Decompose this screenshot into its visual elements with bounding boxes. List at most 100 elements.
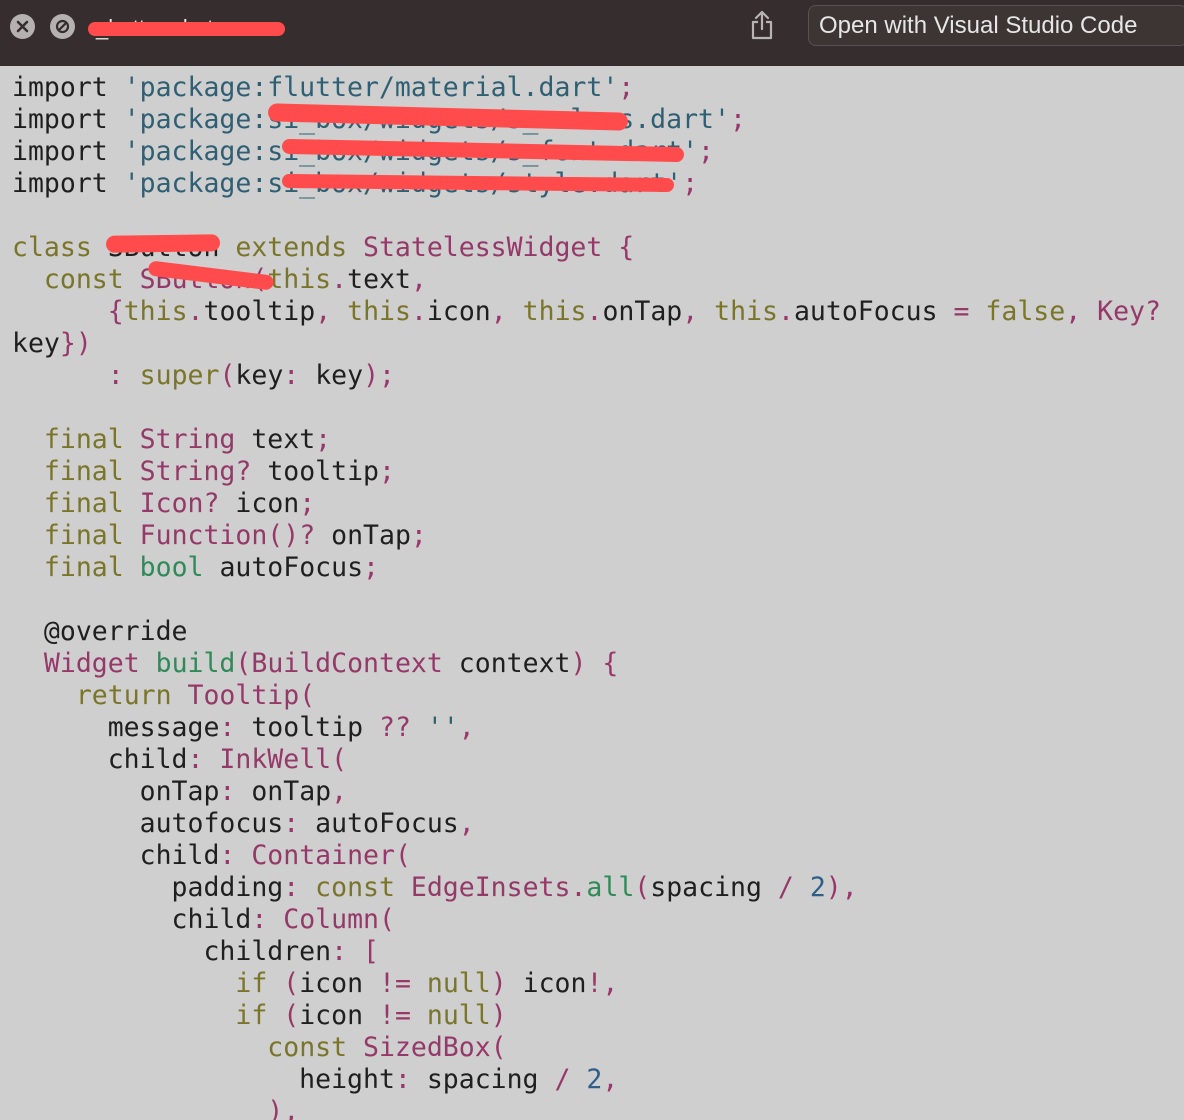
code-block: import 'package:flutter/material.dart'; i… xyxy=(12,72,1182,1120)
code-token: extends xyxy=(235,232,364,263)
code-token: child xyxy=(12,840,220,871)
code-line: if (icon != null) icon!, xyxy=(12,968,1182,1000)
code-token: ; xyxy=(682,168,699,199)
code-token: ( xyxy=(394,840,411,871)
code-token: autoFocus xyxy=(793,296,954,327)
block-icon xyxy=(55,19,70,34)
code-token: child xyxy=(12,744,188,775)
code-line: final String? tooltip; xyxy=(12,456,1182,488)
code-token: tooltip xyxy=(267,456,379,487)
code-token: this xyxy=(267,264,332,295)
code-token: false xyxy=(985,296,1066,327)
code-token: . xyxy=(331,264,348,295)
code-viewer: import 'package:flutter/material.dart'; i… xyxy=(0,66,1184,1120)
code-token: icon xyxy=(522,968,587,999)
open-with-vscode-button[interactable]: Open with Visual Studio Code xyxy=(808,5,1184,46)
code-token: null xyxy=(426,968,491,999)
code-token: . xyxy=(586,296,603,327)
code-token: message xyxy=(12,712,220,743)
share-button[interactable] xyxy=(746,8,778,42)
code-token: : xyxy=(107,360,140,391)
code-token: : xyxy=(283,360,316,391)
code-token: key xyxy=(315,360,364,391)
code-token: : xyxy=(251,904,284,935)
code-token: ; xyxy=(698,136,715,167)
code-token: this xyxy=(522,296,587,327)
code-line: padding: const EdgeInsets.all(spacing / … xyxy=(12,872,1182,904)
code-token: : xyxy=(283,808,316,839)
code-token: this xyxy=(714,296,778,327)
code-token: ()? xyxy=(267,520,332,551)
code-token: context xyxy=(458,648,571,679)
code-line: autofocus: autoFocus, xyxy=(12,808,1182,840)
code-token: , xyxy=(682,296,715,327)
code-token: icon xyxy=(299,1000,379,1031)
code-token: final xyxy=(43,488,140,519)
code-token: ? xyxy=(1145,296,1161,327)
share-icon xyxy=(751,10,773,40)
block-button[interactable] xyxy=(50,14,75,39)
code-token: Tooltip xyxy=(187,680,300,711)
code-token: height xyxy=(12,1064,395,1095)
code-token: ?? xyxy=(378,712,427,743)
code-token: . xyxy=(187,296,204,327)
code-token: : xyxy=(219,776,252,807)
code-token: ? xyxy=(203,488,236,519)
code-token: import xyxy=(12,104,124,135)
code-token: : xyxy=(219,840,252,871)
code-token: Function xyxy=(139,520,268,551)
file-name-area: _button.dart xyxy=(88,14,288,40)
code-line: final String text; xyxy=(12,424,1182,456)
code-token: const xyxy=(315,872,411,903)
code-line: @override xyxy=(12,616,1182,648)
code-token: : xyxy=(394,1064,427,1095)
code-token: ) xyxy=(490,1000,507,1031)
code-token: final xyxy=(43,520,140,551)
code-token: Icon xyxy=(139,488,204,519)
code-token: icon xyxy=(235,488,300,519)
code-token: if xyxy=(235,968,284,999)
code-token: class xyxy=(12,232,108,263)
code-line: onTap: onTap, xyxy=(12,776,1182,808)
code-token: ( xyxy=(283,1000,300,1031)
code-token: icon xyxy=(299,968,379,999)
code-token: icon xyxy=(426,296,491,327)
code-token: InkWell xyxy=(219,744,332,775)
code-token: ); xyxy=(363,360,395,391)
code-token: @override xyxy=(12,616,188,647)
code-token: ; xyxy=(410,520,427,551)
code-token: autoFocus xyxy=(315,808,459,839)
code-token: spacing xyxy=(650,872,778,903)
close-button[interactable] xyxy=(10,14,35,39)
code-token: , xyxy=(458,712,475,743)
code-token: ; xyxy=(363,552,379,583)
code-line: key}) xyxy=(12,328,1182,360)
code-token: ; xyxy=(618,72,635,103)
code-line: message: tooltip ?? '', xyxy=(12,712,1182,744)
code-token: const xyxy=(267,1032,364,1063)
code-token: !, xyxy=(586,968,619,999)
code-token: ( xyxy=(235,648,252,679)
code-token: tooltip xyxy=(203,296,316,327)
code-line: : super(key: key); xyxy=(12,360,1182,392)
code-token: super xyxy=(139,360,220,391)
code-line: child: Container( xyxy=(12,840,1182,872)
code-line: height: spacing / 2, xyxy=(12,1064,1182,1096)
code-token: autoFocus xyxy=(219,552,364,583)
code-token: EdgeInsets xyxy=(410,872,571,903)
code-token: / xyxy=(777,872,810,903)
code-token: final xyxy=(43,424,140,455)
code-token: ), xyxy=(825,872,858,903)
code-token: != xyxy=(379,968,427,999)
